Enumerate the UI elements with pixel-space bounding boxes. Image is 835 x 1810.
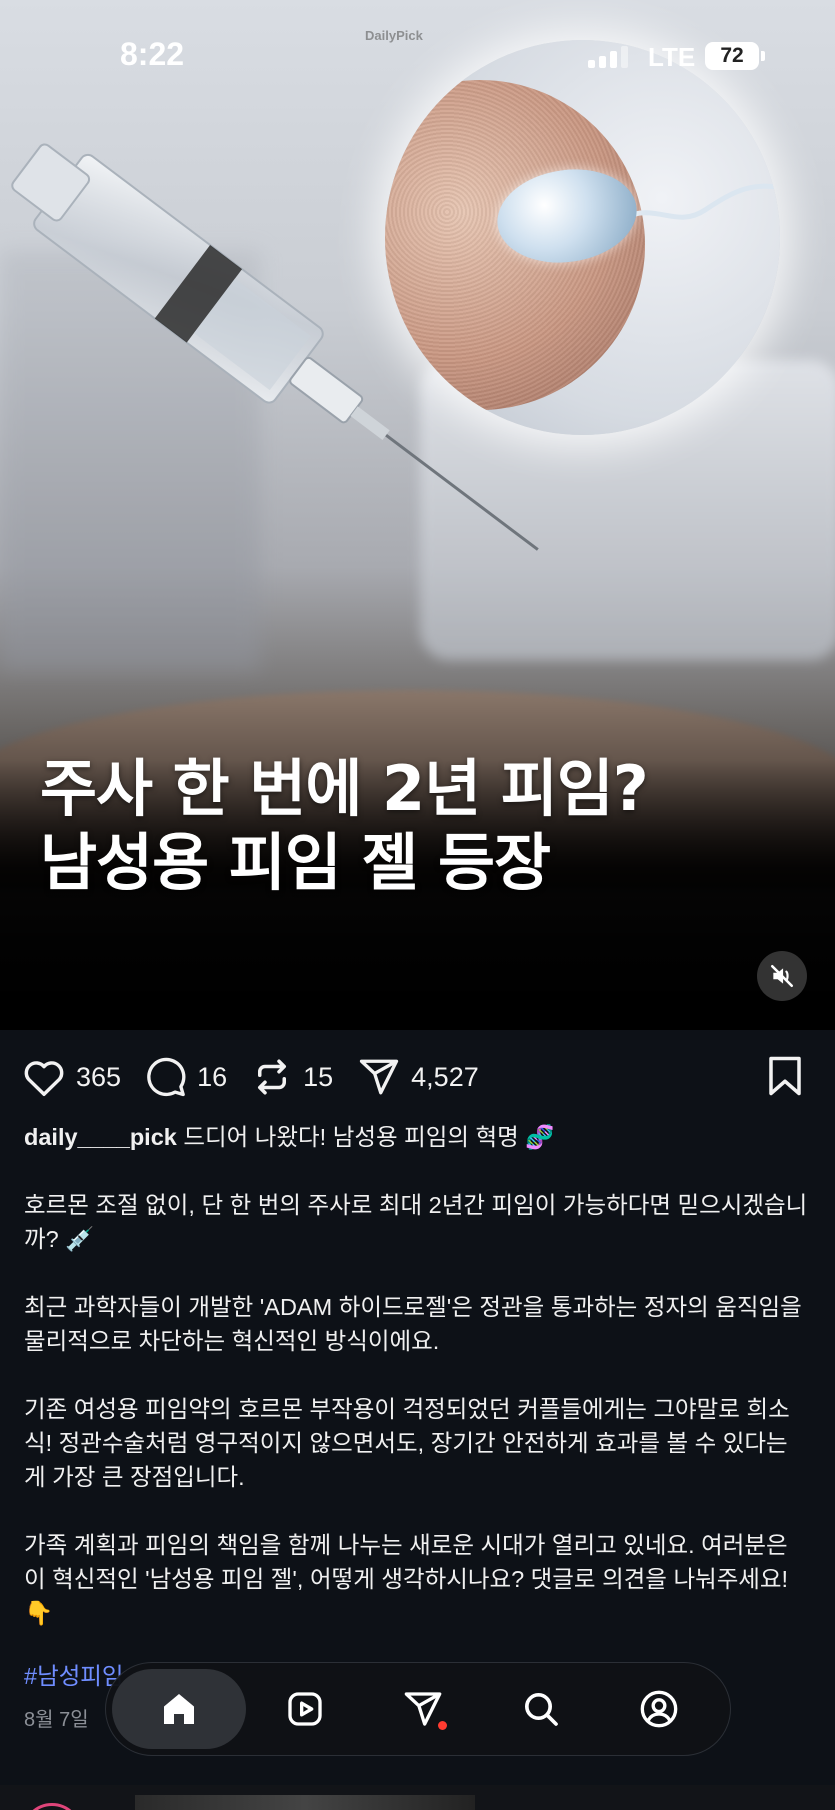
nav-messages[interactable] bbox=[364, 1669, 482, 1749]
share-button[interactable]: 4,527 bbox=[357, 1056, 479, 1098]
headline-line-2: 남성용 피임 젤 등장 bbox=[40, 826, 551, 899]
post-caption: daily____pick 드디어 나왔다! 남성용 피임의 혁명 🧬 호르몬 … bbox=[24, 1120, 814, 1664]
video-headline: 주사 한 번에 2년 피임? 남성용 피임 젤 등장 bbox=[40, 752, 649, 900]
search-icon bbox=[525, 1693, 558, 1726]
username-link[interactable]: daily____pick bbox=[24, 1124, 177, 1150]
mute-button[interactable] bbox=[757, 951, 807, 1001]
post-media[interactable]: DailyPick 주사 한 번에 2년 피임? 남성용 피임 젤 등장 bbox=[0, 0, 835, 1030]
home-icon bbox=[164, 1694, 194, 1724]
nav-reels[interactable] bbox=[246, 1669, 364, 1749]
send-icon bbox=[404, 1692, 442, 1726]
status-time: 8:22 bbox=[120, 36, 185, 72]
send-icon bbox=[359, 1059, 399, 1095]
repost-button[interactable]: 15 bbox=[251, 1056, 333, 1098]
nav-home[interactable] bbox=[112, 1669, 246, 1749]
reels-icon bbox=[288, 1692, 322, 1726]
repost-count: 15 bbox=[303, 1061, 334, 1092]
share-count: 4,527 bbox=[411, 1061, 479, 1092]
next-post-preview bbox=[0, 1785, 835, 1810]
battery-level: 72 bbox=[720, 44, 744, 67]
caption-intro-text: 드디어 나왔다! 남성용 피임의 혁명 🧬 bbox=[183, 1124, 555, 1150]
bottom-navigation bbox=[105, 1662, 731, 1756]
notification-dot bbox=[438, 1721, 447, 1730]
profile-icon bbox=[640, 1690, 678, 1728]
comment-button[interactable]: 16 bbox=[145, 1056, 227, 1098]
save-button[interactable] bbox=[766, 1055, 804, 1102]
story-ring bbox=[22, 1803, 82, 1810]
network-type: LTE bbox=[648, 42, 696, 72]
battery-icon: 72 bbox=[705, 42, 765, 70]
caption-paragraph-4: 가족 계획과 피임의 책임을 함께 나누는 새로운 시대가 열리고 있네요. 여… bbox=[24, 1532, 789, 1626]
comment-icon bbox=[147, 1057, 186, 1097]
speaker-muted-icon bbox=[770, 964, 794, 988]
next-post-thumbnail bbox=[135, 1795, 475, 1810]
nav-search[interactable] bbox=[482, 1669, 600, 1749]
like-count: 365 bbox=[76, 1061, 122, 1092]
caption-paragraph-2: 최근 과학자들이 개발한 'ADAM 하이드로젤'은 정관을 통과하는 정자의 … bbox=[24, 1294, 802, 1354]
signal-icon bbox=[588, 46, 628, 68]
caption-paragraph-3: 기존 여성용 피임약의 호르몬 부작용이 걱정되었던 커플들에게는 그야말로 희… bbox=[24, 1396, 790, 1490]
repost-icon bbox=[258, 1059, 287, 1095]
post-actions: 365 16 15 4,527 bbox=[22, 1053, 503, 1101]
sperm-tail bbox=[617, 183, 780, 223]
status-bar: 8:22 LTE 72 bbox=[0, 0, 835, 110]
headline-line-1: 주사 한 번에 2년 피임? bbox=[40, 752, 649, 825]
hashtag-link[interactable]: #남성피임 bbox=[24, 1657, 124, 1691]
nav-profile[interactable] bbox=[600, 1669, 718, 1749]
bookmark-icon bbox=[769, 1056, 801, 1096]
caption-intro: daily____pick 드디어 나왔다! 남성용 피임의 혁명 🧬 bbox=[24, 1120, 814, 1154]
comment-count: 16 bbox=[197, 1061, 228, 1092]
caption-paragraph-1: 호르몬 조절 없이, 단 한 번의 주사로 최대 2년간 피임이 가능하다면 믿… bbox=[24, 1192, 808, 1252]
like-button[interactable]: 365 bbox=[22, 1057, 121, 1097]
heart-icon bbox=[24, 1061, 64, 1096]
post-date: 8월 7일 bbox=[24, 1709, 89, 1731]
